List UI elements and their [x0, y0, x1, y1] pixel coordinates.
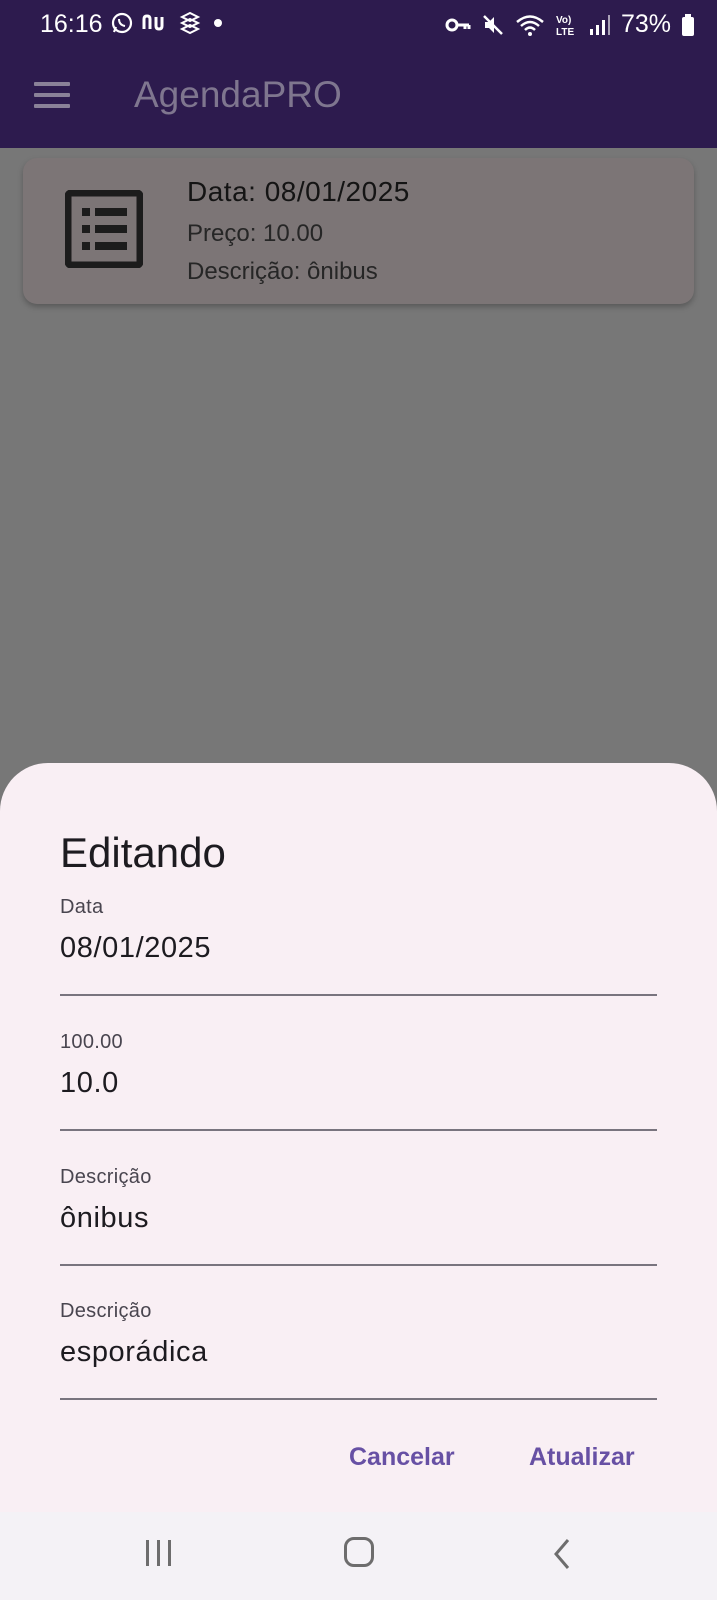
dialog-title: Editando [60, 829, 226, 876]
date-field-label: Data [60, 896, 104, 918]
volte-icon: Vo) LTE [556, 15, 574, 38]
notification-icons [110, 11, 226, 35]
card-description: Descrição: ônibus [187, 258, 378, 285]
price-field-value[interactable]: 10.0 [60, 1067, 119, 1100]
card-price: Preço: 10.00 [187, 220, 324, 247]
cancel-button[interactable]: Cancelar [349, 1443, 455, 1472]
description-field-label: Descrição [60, 1166, 152, 1188]
battery-icon [682, 13, 694, 36]
app-title: AgendaPRO [134, 74, 342, 115]
key-icon [445, 18, 471, 31]
mute-icon [483, 14, 503, 35]
price-field-label: 100.00 [60, 1031, 123, 1053]
recents-icon[interactable] [144, 1538, 174, 1568]
back-icon[interactable] [552, 1538, 572, 1570]
whatsapp-icon [111, 12, 133, 34]
edit-bottom-sheet: Editando Data 08/01/2025 100.00 10.0 Des… [0, 763, 717, 1512]
svg-text:LTE: LTE [556, 27, 574, 38]
app-header: 16:16 Vo) LTE 73% AgendaPRO [0, 0, 717, 148]
description-field-value[interactable]: ônibus [60, 1202, 149, 1235]
update-button[interactable]: Atualizar [529, 1443, 635, 1472]
status-time: 16:16 [40, 10, 103, 38]
nubank-icon [142, 14, 164, 31]
description-field[interactable]: Descrição ônibus [60, 1166, 657, 1266]
system-icons: Vo) LTE 73% [445, 10, 695, 39]
signal-icon [589, 14, 610, 35]
menu-icon[interactable] [34, 82, 70, 108]
date-field[interactable]: Data 08/01/2025 [60, 896, 657, 996]
home-icon[interactable] [344, 1537, 374, 1567]
wifi-icon [516, 14, 544, 36]
app-icon [179, 11, 201, 35]
svg-text:Vo): Vo) [556, 15, 571, 26]
date-field-value[interactable]: 08/01/2025 [60, 932, 211, 965]
system-nav-bar [0, 1512, 717, 1600]
status-bar: 16:16 Vo) LTE 73% [0, 0, 717, 50]
expense-card[interactable]: Data: 08/01/2025 Preço: 10.00 Descrição:… [23, 158, 694, 304]
dot-icon [214, 19, 222, 27]
card-date: Data: 08/01/2025 [187, 176, 410, 207]
battery-percent: 73% [620, 10, 671, 38]
frequency-field-label: Descrição [60, 1300, 152, 1322]
frequency-field-value[interactable]: esporádica [60, 1336, 208, 1369]
price-field[interactable]: 100.00 10.0 [60, 1031, 657, 1131]
frequency-field[interactable]: Descrição esporádica [60, 1300, 657, 1400]
list-alt-icon [65, 190, 143, 268]
